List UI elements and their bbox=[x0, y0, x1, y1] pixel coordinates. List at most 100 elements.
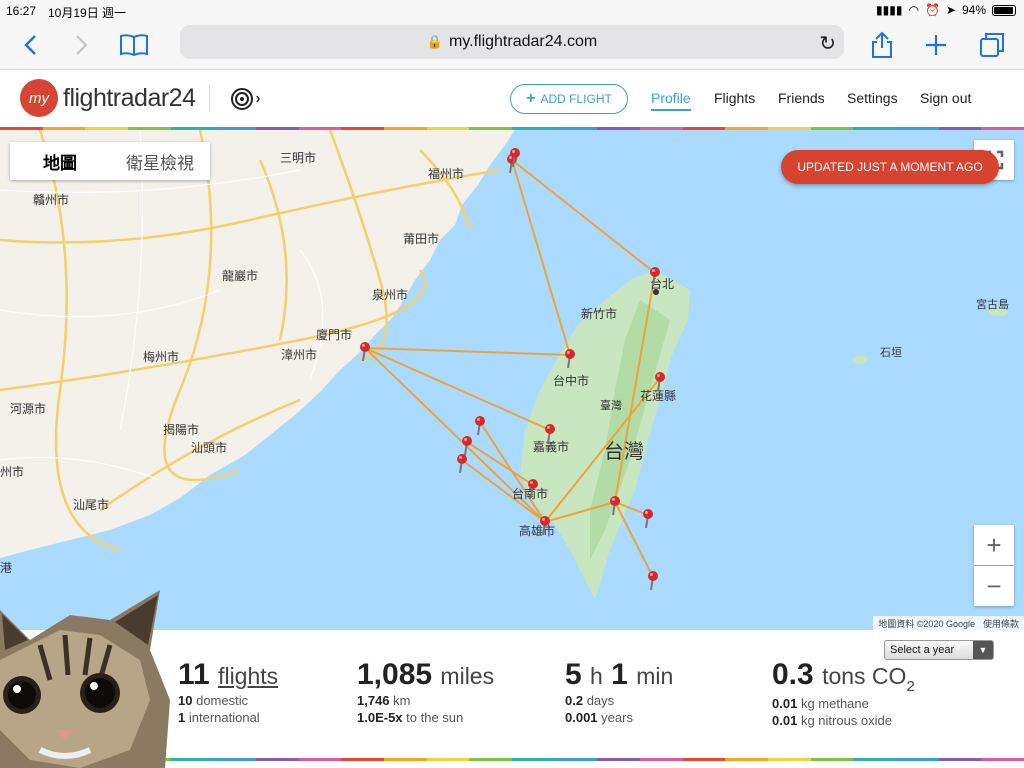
strip-segment bbox=[512, 758, 555, 761]
status-date: 10月19日 週一 bbox=[48, 6, 127, 20]
alarm-icon: ⏰ bbox=[924, 3, 940, 17]
time-minutes: 1 bbox=[611, 658, 628, 691]
label-quanzhou: 泉州市 bbox=[372, 287, 408, 302]
strip-segment bbox=[213, 758, 257, 761]
distance-miles: 1,085 bbox=[357, 658, 433, 691]
label-fuzhou: 福州市 bbox=[428, 166, 464, 181]
stat-flights: 11 flights 10 domestic 1 international bbox=[178, 658, 278, 726]
bookmarks-icon[interactable] bbox=[118, 30, 150, 60]
methane-label: kg methane bbox=[800, 696, 869, 711]
domestic-count: 10 bbox=[178, 693, 193, 708]
strip-segment bbox=[853, 758, 897, 761]
plus-icon: + bbox=[526, 90, 536, 107]
logo-badge[interactable]: my bbox=[20, 79, 58, 117]
label-xiamen: 廈門市 bbox=[316, 327, 352, 342]
km-label: km bbox=[393, 693, 411, 708]
nav-sign-out[interactable]: Sign out bbox=[920, 90, 971, 106]
label-ishigaki: 石垣 bbox=[880, 346, 902, 359]
attribution-text: 地圖資料 ©2020 Google bbox=[878, 618, 975, 629]
map-type-satellite[interactable]: 衛星檢視 bbox=[110, 142, 210, 180]
label-miyako: 宮古島 bbox=[976, 297, 1009, 311]
year-select[interactable]: Select a year ▼ bbox=[884, 640, 994, 660]
map-type-toggle: 地圖 衛星檢視 bbox=[10, 142, 210, 180]
flights-link[interactable]: flights bbox=[218, 663, 278, 689]
zoom-out-button[interactable]: − bbox=[974, 566, 1014, 606]
updated-badge[interactable]: UPDATED JUST A MOMENT AGO bbox=[781, 150, 999, 184]
label-zhangzhou: 漳州市 bbox=[281, 347, 317, 362]
co2-value: 0.3 bbox=[772, 658, 814, 691]
stat-distance: 1,085 miles 1,746 km 1.0E-5x to the sun bbox=[357, 658, 494, 726]
methane-value: 0.01 bbox=[772, 696, 798, 711]
nav-profile[interactable]: Profile bbox=[651, 90, 691, 111]
nav-friends[interactable]: Friends bbox=[778, 90, 825, 106]
back-icon[interactable] bbox=[14, 30, 46, 60]
label-jieyang: 揭陽市 bbox=[163, 422, 199, 437]
reload-icon[interactable]: ↻ bbox=[819, 31, 836, 56]
address-bar[interactable]: 🔒 my.flightradar24.com ↻ bbox=[180, 25, 844, 59]
chevron-down-icon: ▼ bbox=[973, 641, 993, 659]
map-type-map[interactable]: 地圖 bbox=[10, 142, 110, 180]
taipei-marker bbox=[653, 289, 659, 295]
new-tab-icon[interactable] bbox=[920, 30, 952, 60]
label-shanwei: 汕尾市 bbox=[73, 497, 109, 512]
flights-count: 11 bbox=[178, 658, 210, 691]
tabs-icon[interactable] bbox=[976, 30, 1008, 60]
time-days: 0.2 bbox=[565, 693, 584, 708]
mainland-land bbox=[0, 130, 515, 558]
distance-km: 1,746 bbox=[357, 693, 390, 708]
forward-icon[interactable] bbox=[66, 30, 98, 60]
zoom-in-button[interactable]: + bbox=[974, 525, 1014, 565]
label-longyan: 龍巖市 bbox=[222, 268, 258, 283]
battery-fill bbox=[994, 6, 1013, 14]
distance-sun: 1.0E-5x bbox=[357, 710, 403, 725]
site-header: my flightradar24 + ADD FLIGHT Profile Fl… bbox=[0, 70, 1024, 128]
map-pin-icon[interactable] bbox=[643, 509, 653, 529]
strip-segment bbox=[384, 758, 427, 761]
lock-icon: 🔒 bbox=[426, 34, 443, 49]
location-icon: ➤ bbox=[945, 3, 956, 17]
wifi-icon: ◠ bbox=[908, 3, 919, 17]
year-select-label: Select a year bbox=[890, 644, 955, 656]
terms-link[interactable]: 使用條款 bbox=[983, 617, 1019, 630]
label-shantou: 汕頭市 bbox=[191, 440, 227, 455]
label-gang: 港 bbox=[0, 561, 12, 575]
add-flight-label: ADD FLIGHT bbox=[540, 92, 612, 106]
strip-segment bbox=[640, 758, 683, 761]
battery-percent: 94% bbox=[961, 3, 986, 17]
years-label: years bbox=[601, 710, 633, 725]
strip-segment bbox=[469, 758, 513, 761]
url-text: my.flightradar24.com bbox=[448, 33, 598, 50]
strip-segment bbox=[597, 758, 641, 761]
miles-unit: miles bbox=[440, 663, 495, 689]
flight-map[interactable]: 三明市 福州市 贛州市 莆田市 龍巖市 泉州市 廈門市 漳州市 梅州市 河源市 … bbox=[0, 130, 1024, 630]
add-flight-button[interactable]: + ADD FLIGHT bbox=[510, 84, 628, 114]
label-kaohsiung: 高雄市 bbox=[519, 523, 555, 538]
label-taiwan: 台灣 bbox=[604, 440, 644, 463]
sun-label: to the sun bbox=[406, 710, 464, 725]
status-bar: 16:27 10月19日 週一 ▮▮▮▮ ◠ ⏰ ➤ 94% bbox=[0, 0, 1024, 22]
nitrous-value: 0.01 bbox=[772, 713, 798, 728]
island-ishigaki bbox=[852, 356, 868, 364]
label-hsinchu: 新竹市 bbox=[581, 306, 617, 321]
strip-segment bbox=[682, 758, 726, 761]
label-putian: 莆田市 bbox=[403, 231, 439, 246]
signal-icon: ▮▮▮▮ bbox=[876, 3, 903, 17]
label-meizhou: 梅州市 bbox=[143, 349, 179, 364]
label-tainan: 台南市 bbox=[512, 486, 548, 501]
label-taiwan-small: 臺灣 bbox=[600, 398, 622, 412]
strip-segment bbox=[341, 758, 385, 761]
nav-flights[interactable]: Flights bbox=[714, 90, 755, 106]
radar-icon[interactable] bbox=[230, 87, 260, 111]
stat-co2: 0.3 tons CO2 0.01 kg methane 0.01 kg nit… bbox=[772, 658, 915, 729]
map-pin-icon[interactable] bbox=[648, 571, 658, 591]
minutes-unit: min bbox=[636, 663, 674, 689]
label-zhou: 州市 bbox=[0, 464, 24, 479]
strip-segment bbox=[725, 758, 769, 761]
logo-text[interactable]: flightradar24 bbox=[63, 84, 196, 113]
share-icon[interactable] bbox=[866, 30, 898, 60]
nav-settings[interactable]: Settings bbox=[847, 90, 898, 106]
map-pin-icon[interactable] bbox=[462, 436, 472, 456]
battery-icon bbox=[992, 4, 1016, 16]
map-pin-icon[interactable] bbox=[475, 416, 485, 436]
strip-segment bbox=[256, 758, 299, 761]
